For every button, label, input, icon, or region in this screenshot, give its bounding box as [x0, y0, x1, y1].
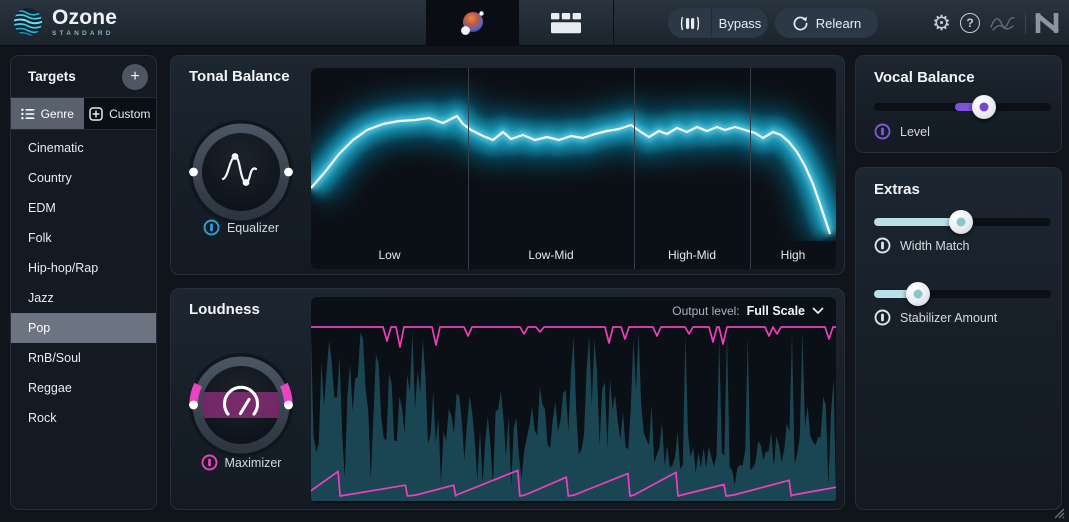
reference-toggle[interactable]	[668, 8, 712, 38]
equalizer-module-label: Equalizer	[227, 221, 279, 235]
maximizer-module-label: Maximizer	[225, 456, 282, 470]
tab-custom[interactable]: Custom	[84, 98, 157, 129]
vocal-level-slider[interactable]	[874, 103, 1051, 111]
equalizer-amount-knob[interactable]	[186, 117, 296, 227]
genre-list: Cinematic Country EDM Folk Hip-hop/Rap J…	[11, 133, 156, 433]
genre-item-rnb-soul[interactable]: RnB/Soul	[11, 343, 156, 373]
band-label-low: Low	[311, 248, 468, 262]
width-match-power-icon[interactable]	[874, 237, 891, 254]
izotope-logo	[989, 14, 1016, 33]
chevron-down-icon[interactable]	[812, 307, 824, 315]
assistant-orb-icon	[459, 8, 487, 38]
bypass-label: Bypass	[712, 16, 768, 31]
stabilizer-amount-slider[interactable]	[874, 290, 1051, 298]
genre-item-edm[interactable]: EDM	[11, 193, 156, 223]
add-target-button[interactable]: +	[122, 64, 148, 90]
tab-detailed-view[interactable]	[519, 0, 613, 46]
custom-add-icon	[89, 107, 103, 121]
targets-title: Targets	[28, 69, 76, 84]
custom-tab-label: Custom	[109, 107, 150, 121]
equalizer-power-icon[interactable]	[203, 219, 220, 236]
loudness-panel: Loudness Maximizer Out	[170, 288, 845, 510]
app-title: Ozone	[52, 7, 117, 28]
stabilizer-amount-label: Stabilizer Amount	[900, 311, 997, 325]
band-labels: Low Low-Mid High-Mid High	[311, 241, 836, 269]
relearn-button[interactable]: Relearn	[775, 8, 878, 38]
output-level-label: Output level:	[672, 304, 739, 318]
genre-item-cinematic[interactable]: Cinematic	[11, 133, 156, 163]
width-match-label: Width Match	[900, 239, 969, 253]
band-label-high-mid: High-Mid	[634, 248, 750, 262]
vocal-balance-panel: Vocal Balance Level	[855, 55, 1062, 153]
output-level-value[interactable]: Full Scale	[747, 304, 805, 318]
window-resize-handle[interactable]	[1052, 506, 1065, 519]
genre-item-jazz[interactable]: Jazz	[11, 283, 156, 313]
genre-item-hiphop-rap[interactable]: Hip-hop/Rap	[11, 253, 156, 283]
maximizer-amount-knob[interactable]	[186, 350, 296, 460]
ozone-logo-icon	[13, 7, 43, 37]
band-divider	[634, 68, 635, 269]
genre-item-folk[interactable]: Folk	[11, 223, 156, 253]
bypass-button[interactable]: Bypass	[668, 8, 768, 38]
slider-fill	[874, 218, 961, 226]
genre-item-country[interactable]: Country	[11, 163, 156, 193]
tab-assistant-view[interactable]	[426, 0, 519, 46]
targets-tabs: Genre Custom	[11, 97, 156, 130]
app-brand: Ozone STANDARD	[13, 7, 117, 38]
loudness-waveform	[311, 319, 836, 501]
bypass-faders-icon	[680, 15, 700, 32]
slider-thumb[interactable]	[949, 210, 973, 234]
top-bar-divider	[1025, 13, 1026, 34]
ni-logo	[1035, 13, 1059, 33]
band-label-low-mid: Low-Mid	[468, 248, 634, 262]
ozone-app-window: { "header": { "app_name": "Ozone", "app_…	[0, 0, 1069, 522]
band-divider	[750, 68, 751, 269]
targets-panel: Targets + Genre Custom Cinematic Country…	[10, 55, 157, 510]
vocal-level-power-icon[interactable]	[874, 123, 891, 140]
settings-gear-icon[interactable]: ⚙	[932, 13, 951, 34]
genre-item-pop[interactable]: Pop	[11, 313, 156, 343]
extras-title: Extras	[874, 181, 920, 198]
tonal-balance-panel: Tonal Balance	[170, 55, 845, 275]
maximizer-power-icon[interactable]	[201, 454, 218, 471]
help-icon[interactable]: ?	[960, 13, 980, 33]
tab-separator	[613, 0, 614, 46]
slider-thumb[interactable]	[906, 282, 930, 306]
app-edition: STANDARD	[52, 31, 117, 38]
loudness-title: Loudness	[189, 301, 260, 318]
genre-item-reggae[interactable]: Reggae	[11, 373, 156, 403]
slider-thumb[interactable]	[972, 95, 996, 119]
band-label-high: High	[750, 248, 836, 262]
relearn-label: Relearn	[816, 16, 862, 31]
extras-panel: Extras Width Match Stabilizer Amount	[855, 167, 1062, 510]
tonal-balance-title: Tonal Balance	[189, 68, 290, 85]
genre-item-rock[interactable]: Rock	[11, 403, 156, 433]
vocal-level-label: Level	[900, 125, 930, 139]
top-bar: Ozone STANDARD	[0, 0, 1069, 46]
modules-icon	[550, 12, 582, 34]
spectrum-curve	[311, 68, 836, 241]
genre-tab-label: Genre	[41, 107, 74, 121]
genre-list-icon	[21, 108, 35, 120]
relearn-refresh-icon	[792, 15, 809, 32]
tonal-balance-display[interactable]: Low Low-Mid High-Mid High	[311, 68, 836, 269]
loudness-display[interactable]: Output level: Full Scale	[311, 297, 836, 503]
band-divider	[468, 68, 469, 269]
vocal-balance-title: Vocal Balance	[874, 69, 975, 86]
stabilizer-power-icon[interactable]	[874, 309, 891, 326]
width-match-slider[interactable]	[874, 218, 1051, 226]
tab-genre[interactable]: Genre	[11, 98, 84, 129]
